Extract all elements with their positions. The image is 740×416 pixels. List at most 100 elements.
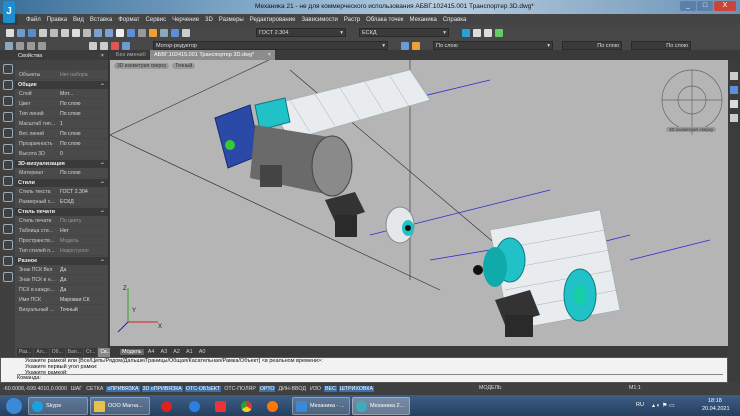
collapse-icon[interactable]: − [101, 81, 104, 89]
visual-style-select[interactable]: Точный [172, 63, 196, 69]
views-icon[interactable] [730, 114, 738, 122]
cut-icon[interactable] [61, 28, 69, 37]
lineweight-select[interactable]: По слою [631, 41, 691, 50]
orbit-icon[interactable] [730, 72, 738, 80]
command-input[interactable]: Команда: [17, 374, 723, 381]
circle-icon[interactable] [27, 41, 35, 50]
table-icon[interactable] [2, 256, 13, 266]
arc-icon[interactable] [2, 128, 13, 138]
teamviewer-icon[interactable] [189, 400, 200, 412]
close-icon[interactable]: × [101, 52, 104, 60]
grid-icon[interactable] [38, 41, 46, 50]
yandex-icon[interactable] [215, 400, 226, 412]
text-icon[interactable] [2, 272, 13, 282]
prop-value[interactable]: Недоступно [60, 246, 108, 255]
cloud-icon[interactable] [2, 160, 13, 170]
mechanics-icon[interactable] [462, 28, 470, 37]
block-icon[interactable] [2, 208, 13, 218]
layer-select[interactable]: Мотор-редуктор ▾ [153, 41, 388, 50]
menu-format[interactable]: Формат [118, 17, 139, 23]
collapse-icon[interactable]: − [101, 160, 104, 168]
prop-value[interactable]: Да [60, 285, 108, 294]
zoom-icon[interactable] [730, 100, 738, 108]
help-icon[interactable] [182, 28, 190, 37]
menu-edit[interactable]: Правка [47, 17, 67, 23]
menu-constraints[interactable]: Зависимости [301, 17, 337, 23]
matchprop-icon[interactable] [171, 28, 179, 37]
save-icon[interactable] [28, 28, 36, 37]
make-current-icon[interactable] [401, 41, 409, 50]
collapse-icon[interactable]: − [101, 208, 104, 216]
tab-model[interactable]: Модель [120, 348, 144, 355]
text-style-select[interactable]: ГОСТ 2.304 ▾ [256, 28, 346, 37]
tab-a4[interactable]: A4 [146, 349, 157, 355]
status-toggle[interactable]: ШАГ [70, 386, 83, 392]
chrome-icon[interactable] [241, 400, 252, 412]
tab-a1[interactable]: A1 [184, 349, 195, 355]
collapse-icon[interactable]: − [101, 257, 104, 265]
new-icon[interactable] [6, 28, 14, 37]
language-indicator[interactable]: RU [636, 402, 644, 408]
collapse-icon[interactable]: − [101, 179, 104, 187]
menu-modify[interactable]: Редактирование [250, 17, 296, 23]
menu-mechanics[interactable]: Механика [410, 17, 437, 23]
prop-value[interactable]: По слою [60, 168, 108, 177]
layer-off-icon[interactable] [111, 41, 119, 50]
zoom-window-icon[interactable] [127, 28, 135, 37]
section-header[interactable]: Стили − [15, 179, 108, 187]
print-icon[interactable] [39, 28, 47, 37]
menu-draw[interactable]: Черчение [172, 17, 199, 23]
region-icon[interactable] [2, 240, 13, 250]
polygon-icon[interactable] [2, 96, 13, 106]
menu-view[interactable]: Вид [73, 17, 84, 23]
taskbar-mechanics-2[interactable]: Механика 2... [352, 397, 410, 415]
tab-a0[interactable]: A0 [197, 349, 208, 355]
drawing-viewport[interactable]: 3D изометрия сверху Точный Z X Y 3D изомет… [110, 60, 728, 346]
taskbar-skype[interactable]: Skype [28, 397, 88, 415]
clock-time[interactable]: 18:18 [708, 398, 722, 404]
report-icon[interactable] [473, 28, 481, 37]
color-select[interactable]: По слою ▾ [433, 41, 553, 50]
linetype-select[interactable]: По слою [562, 41, 622, 50]
section-header[interactable]: Стиль печати − [15, 208, 108, 216]
prop-value[interactable]: По цвету [60, 216, 108, 225]
ortho-icon[interactable] [16, 41, 24, 50]
prop-value[interactable]: Точный [60, 305, 108, 314]
status-toggle[interactable]: ОТС-ОБЪЕКТ [184, 385, 222, 392]
viewcube-label[interactable]: 3D изометрия сверху [666, 127, 717, 132]
status-toggle[interactable]: оПРИВЯЗКА [106, 385, 140, 392]
status-toggle[interactable]: ИЗО [309, 386, 322, 392]
pan-icon[interactable] [730, 86, 738, 94]
taskbar-mechanics-1[interactable]: Механика - ... [292, 397, 350, 415]
start-button[interactable] [6, 398, 22, 414]
layer-state-icon[interactable] [100, 41, 108, 50]
prop-value[interactable]: Нет [60, 226, 108, 235]
properties-icon[interactable] [149, 28, 157, 37]
maximize-button[interactable]: □ [697, 1, 713, 11]
menu-help[interactable]: Справка [443, 17, 467, 23]
menu-insert[interactable]: Вставка [90, 17, 112, 23]
doc-tab-unnamed[interactable]: Без имени0 [116, 52, 146, 58]
status-toggle[interactable]: ШТРИХОВКА [338, 385, 374, 392]
status-toggle[interactable]: ОРТО [258, 385, 276, 392]
undo-icon[interactable] [94, 28, 102, 37]
tab-a3[interactable]: A3 [158, 349, 169, 355]
library-icon[interactable] [495, 28, 503, 37]
layers-icon[interactable] [160, 28, 168, 37]
hatch-icon[interactable] [2, 224, 13, 234]
status-toggle[interactable]: ДИН-ВВОД [277, 386, 306, 392]
status-toggle[interactable]: СЕТКА [85, 386, 104, 392]
tray-icons[interactable]: ▴ ◐ ⚑ ▭ [652, 402, 675, 409]
prop-value[interactable]: Да [60, 275, 108, 284]
close-tab-icon[interactable]: × [268, 52, 271, 58]
pan-icon[interactable] [116, 28, 124, 37]
taskbar-folder[interactable]: ООО Магна... [90, 397, 150, 415]
scale-indicator[interactable]: M1:1 [628, 385, 642, 391]
panel-tab[interactable]: Раз... [17, 348, 34, 357]
status-toggle[interactable]: 3D оПРИВЯЗКА [141, 385, 183, 392]
copy-icon[interactable] [72, 28, 80, 37]
spec-icon[interactable] [484, 28, 492, 37]
section-header[interactable]: Разное − [15, 257, 108, 265]
panel-tab[interactable]: Об... [49, 348, 65, 357]
tab-a2[interactable]: A2 [171, 349, 182, 355]
